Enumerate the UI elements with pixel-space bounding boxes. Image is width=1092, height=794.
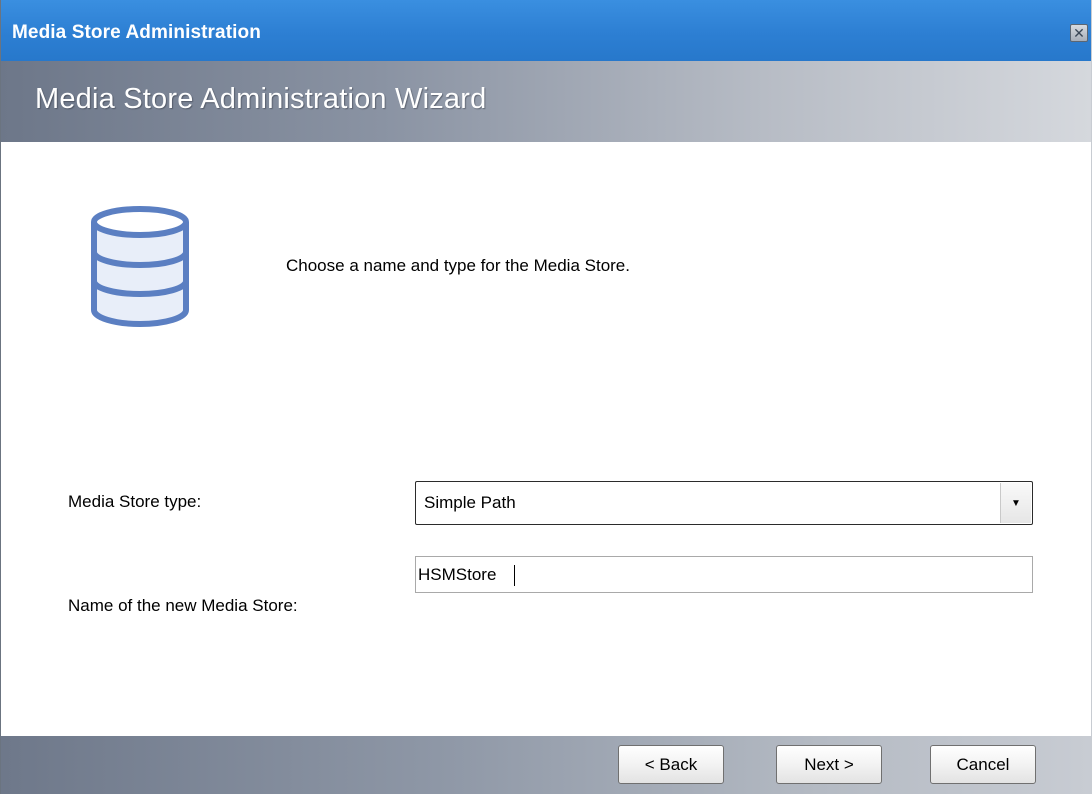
close-icon[interactable]: ✕ — [1070, 24, 1088, 42]
store-name-input[interactable]: HSMStore — [415, 556, 1033, 593]
text-caret — [514, 565, 515, 586]
store-type-label: Media Store type: — [68, 492, 202, 511]
back-button[interactable]: < Back — [618, 745, 724, 784]
wizard-title: Media Store Administration Wizard — [35, 83, 487, 115]
wizard-banner: Media Store Administration Wizard — [1, 61, 1091, 142]
store-name-label: Name of the new Media Store: — [68, 596, 298, 615]
store-name-value: HSMStore — [418, 565, 497, 584]
database-icon — [91, 206, 189, 327]
title-bar[interactable]: Media Store Administration ✕ — [1, 0, 1091, 61]
instruction-text: Choose a name and type for the Media Sto… — [286, 256, 630, 275]
chevron-down-icon[interactable]: ▼ — [1000, 483, 1031, 523]
store-type-value: Simple Path — [424, 493, 516, 512]
next-button[interactable]: Next > — [776, 745, 882, 784]
store-type-dropdown[interactable]: Simple Path ▼ — [415, 481, 1033, 525]
cancel-button[interactable]: Cancel — [930, 745, 1036, 784]
window-title: Media Store Administration — [12, 22, 261, 43]
wizard-content: Choose a name and type for the Media Sto… — [1, 142, 1091, 736]
wizard-footer: < Back Next > Cancel — [1, 736, 1091, 794]
wizard-window: Media Store Administration ✕ Media Store… — [0, 0, 1092, 794]
